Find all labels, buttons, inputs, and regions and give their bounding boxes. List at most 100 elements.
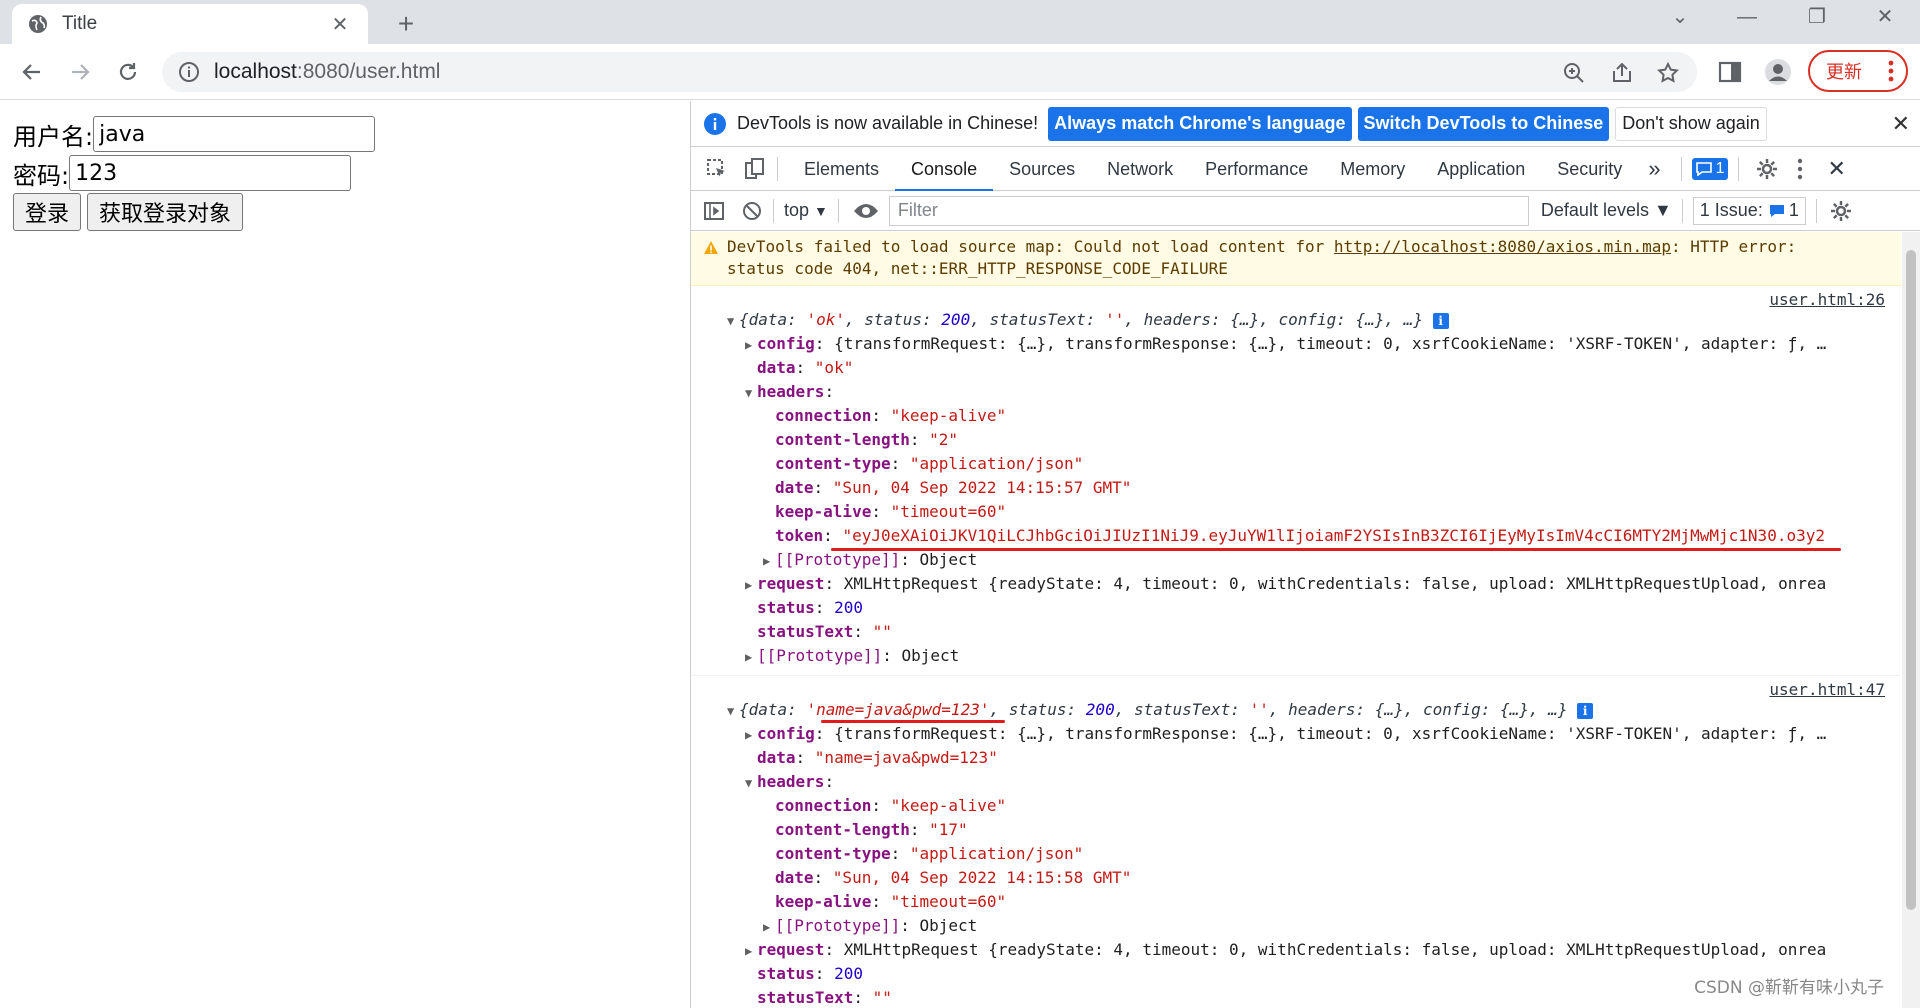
- entry2-request-row[interactable]: ▶ request: XMLHttpRequest {readyState: 4,…: [691, 938, 1901, 962]
- console-toolbar: top ▼ Filter Default levels ▼ 1 Issue: 1: [691, 191, 1920, 231]
- issue-message-icon: [1769, 204, 1784, 217]
- tab-memory[interactable]: Memory: [1324, 147, 1421, 191]
- issues-button[interactable]: 1 Issue: 1: [1692, 196, 1806, 225]
- source-link-2[interactable]: user.html:47: [1769, 680, 1885, 699]
- scrollbar-thumb[interactable]: [1906, 250, 1916, 910]
- profile-avatar-icon[interactable]: [1764, 58, 1792, 86]
- entry1-token-row: token: "eyJ0eXAiOiJKV1QiLCJhbGciOiJIUzI1…: [775, 526, 1825, 545]
- collapse-triangle-icon: ▶: [763, 554, 771, 568]
- tab-network[interactable]: Network: [1091, 147, 1189, 191]
- zoom-icon[interactable]: [1562, 61, 1586, 85]
- entry1-summary[interactable]: ▼ {data: 'ok', status: 200, statusText: '…: [691, 308, 1901, 332]
- switch-language-button[interactable]: Switch DevTools to Chinese: [1357, 106, 1610, 141]
- new-tab-button[interactable]: +: [390, 8, 422, 40]
- restore-button[interactable]: ❐: [1782, 2, 1852, 32]
- console-filter-input[interactable]: Filter: [888, 195, 1529, 226]
- inspect-element-icon[interactable]: [705, 157, 729, 181]
- message-icon: [1695, 161, 1712, 176]
- console-scrollbar[interactable]: [1902, 232, 1920, 1008]
- browser-tab[interactable]: Title ✕: [12, 4, 368, 44]
- entry1-config-row[interactable]: ▶ config: {transformRequest: {…}, transfo…: [691, 332, 1901, 356]
- browser-toolbar: localhost:8080/user.html 更新: [0, 44, 1920, 100]
- devtools-panel: DevTools is now available in Chinese! Al…: [690, 101, 1920, 1008]
- match-language-button[interactable]: Always match Chrome's language: [1048, 106, 1352, 141]
- username-input[interactable]: [93, 116, 376, 152]
- tab-console[interactable]: Console: [895, 147, 994, 191]
- collapse-triangle-icon: ▶: [763, 920, 771, 934]
- token-underline-annotation: [831, 548, 1841, 551]
- tab-sources[interactable]: Sources: [993, 147, 1091, 191]
- minimize-button[interactable]: —: [1712, 2, 1782, 32]
- more-tabs-button[interactable]: »: [1638, 147, 1670, 191]
- tab-elements[interactable]: Elements: [788, 147, 895, 191]
- site-info-icon[interactable]: [178, 61, 200, 83]
- data-underline-annotation: [821, 720, 1005, 723]
- tab-application[interactable]: Application: [1421, 147, 1541, 191]
- clear-console-icon[interactable]: [741, 200, 763, 222]
- expand-triangle-icon: ▼: [745, 386, 753, 400]
- context-selector[interactable]: top ▼: [784, 200, 828, 221]
- reload-button[interactable]: [112, 56, 144, 88]
- username-row: 用户名:: [13, 116, 376, 152]
- update-button[interactable]: 更新: [1808, 50, 1908, 92]
- username-label: 用户名:: [13, 122, 94, 151]
- more-vert-icon[interactable]: [1797, 158, 1803, 180]
- close-infobar-icon[interactable]: ✕: [1892, 111, 1910, 137]
- source-link-1[interactable]: user.html:26: [1769, 290, 1885, 309]
- tab-title: Title: [62, 13, 98, 34]
- entry2-headers-row[interactable]: ▼ headers:: [691, 770, 1901, 794]
- sidebar-toggle-icon[interactable]: [703, 200, 725, 222]
- forward-button[interactable]: [64, 56, 96, 88]
- tab-search-icon[interactable]: ⌄: [1645, 2, 1715, 32]
- console-entry-2: user.html:47 ▼ {data: 'name=java&pwd=123'…: [691, 676, 1901, 1008]
- password-label: 密码:: [13, 161, 70, 190]
- expand-triangle-icon: ▼: [727, 314, 735, 328]
- entry2-content-length-row: content-length: "17": [775, 820, 968, 839]
- entry1-headers-row[interactable]: ▼ headers:: [691, 380, 1901, 404]
- close-tab-icon[interactable]: ✕: [328, 12, 352, 37]
- dont-show-again-button[interactable]: Don't show again: [1615, 106, 1767, 141]
- console-output[interactable]: DevTools failed to load source map: Coul…: [691, 232, 1901, 1008]
- devtools-tabbar: Elements Console Sources Network Perform…: [691, 147, 1920, 191]
- gear-icon[interactable]: [1755, 157, 1779, 181]
- infobar-message: DevTools is now available in Chinese!: [737, 113, 1039, 133]
- close-devtools-icon[interactable]: ✕: [1827, 156, 1845, 182]
- console-settings-gear-icon[interactable]: [1829, 199, 1853, 223]
- entry2-content-type-row: content-type: "application/json": [775, 844, 1084, 863]
- expand-triangle-icon: ▼: [745, 776, 753, 790]
- filter-placeholder: Filter: [897, 200, 938, 220]
- source-map-link[interactable]: http://localhost:8080/axios.min.map: [1334, 237, 1671, 256]
- entry1-connection-row: connection: "keep-alive": [775, 406, 1007, 425]
- share-icon[interactable]: [1610, 61, 1634, 85]
- arrow-left-icon: [22, 64, 40, 80]
- back-button[interactable]: [16, 56, 48, 88]
- bookmark-star-icon[interactable]: [1656, 61, 1680, 85]
- globe-icon: [29, 15, 47, 33]
- password-input[interactable]: [69, 155, 352, 191]
- login-button[interactable]: 登录: [13, 193, 82, 231]
- warning-icon: [704, 241, 718, 254]
- entry2-summary[interactable]: ▼ {data: 'name=java&pwd=123', status: 200…: [691, 698, 1901, 722]
- entry1-date-row: date: "Sun, 04 Sep 2022 14:15:57 GMT": [775, 478, 1132, 497]
- messages-badge[interactable]: 1: [1691, 157, 1729, 180]
- entry2-config-row[interactable]: ▶ config: {transformRequest: {…}, transfo…: [691, 722, 1901, 746]
- entry1-headers-prototype-row[interactable]: ▶ [[Prototype]]: Object: [691, 548, 1901, 572]
- entry2-headers-prototype-row[interactable]: ▶ [[Prototype]]: Object: [691, 914, 1901, 938]
- get-login-object-button[interactable]: 获取登录对象: [87, 193, 244, 231]
- eye-icon[interactable]: [853, 202, 879, 220]
- side-panel-icon[interactable]: [1716, 58, 1744, 86]
- device-toolbar-icon[interactable]: [743, 157, 767, 181]
- tab-security[interactable]: Security: [1541, 147, 1638, 191]
- web-page: 用户名: 密码: 登录 获取登录对象: [0, 101, 690, 1008]
- tab-performance[interactable]: Performance: [1189, 147, 1324, 191]
- entry1-content-length-row: content-length: "2": [775, 430, 959, 449]
- arrow-right-icon: [72, 64, 90, 80]
- console-entry-1: user.html:26 ▼ {data: 'ok', status: 200, …: [691, 286, 1901, 676]
- entry1-request-row[interactable]: ▶ request: XMLHttpRequest {readyState: 4,…: [691, 572, 1901, 596]
- close-window-button[interactable]: ✕: [1850, 2, 1920, 32]
- address-bar[interactable]: localhost:8080/user.html: [162, 52, 1697, 92]
- default-levels-dropdown[interactable]: Default levels ▼: [1541, 200, 1672, 221]
- password-row: 密码:: [13, 155, 352, 191]
- entry1-prototype-row[interactable]: ▶ [[Prototype]]: Object: [691, 644, 1901, 668]
- messages-count: 1: [1715, 159, 1725, 177]
